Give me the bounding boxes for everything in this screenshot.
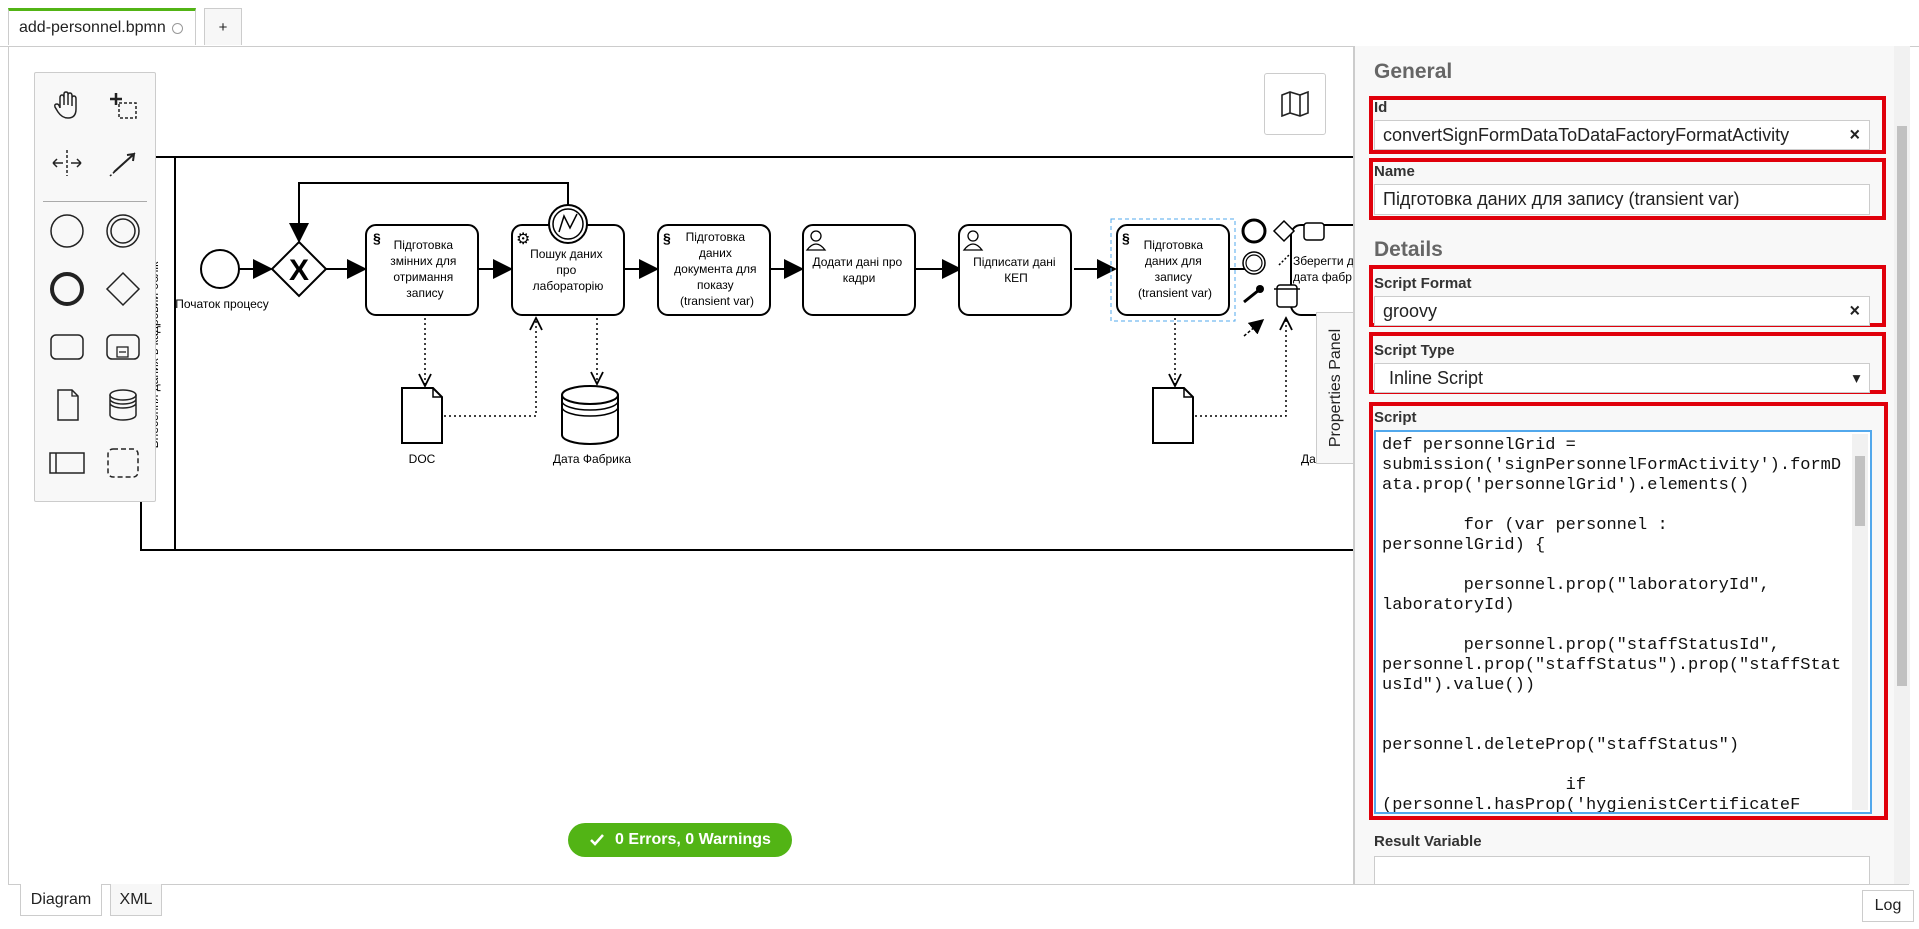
hand-tool-icon[interactable] bbox=[47, 85, 87, 125]
result-variable-input[interactable] bbox=[1374, 856, 1870, 884]
name-label: Name bbox=[1374, 163, 1415, 180]
start-event-tool-icon[interactable] bbox=[47, 211, 87, 251]
script-task-icon: § bbox=[663, 230, 671, 246]
append-task-icon[interactable] bbox=[1303, 222, 1325, 241]
data-object-label: DOC bbox=[409, 452, 436, 466]
task-sign-data[interactable]: Підписати дані КЕП bbox=[958, 224, 1072, 316]
task-add-personnel-data[interactable]: Додати дані про кадри bbox=[802, 224, 916, 316]
script-scrollbar[interactable] bbox=[1852, 434, 1868, 810]
properties-panel-toggle[interactable]: Properties Panel bbox=[1316, 312, 1355, 464]
start-event-label: Початок процесу bbox=[175, 297, 269, 311]
data-store-label: Да bbox=[1301, 452, 1316, 466]
data-store-label: Дата Фабрика bbox=[553, 452, 631, 466]
task-prepare-variables[interactable]: § Підготовка змінних для отримання запис… bbox=[365, 224, 479, 316]
script-format-value: groovy bbox=[1383, 300, 1438, 321]
file-tab-label: add-personnel.bpmn bbox=[19, 19, 166, 36]
script-format-label: Script Format bbox=[1374, 275, 1472, 292]
script-label: Script bbox=[1374, 409, 1417, 426]
script-format-input[interactable]: groovy × bbox=[1374, 296, 1870, 326]
start-event[interactable] bbox=[200, 249, 240, 289]
id-label: Id bbox=[1374, 99, 1388, 116]
clear-id-icon[interactable]: × bbox=[1849, 125, 1860, 146]
script-type-select[interactable]: Inline Script ▾ bbox=[1374, 363, 1870, 393]
connect-icon[interactable] bbox=[1243, 319, 1265, 337]
data-object-tool-icon[interactable] bbox=[47, 385, 87, 425]
subprocess-tool-icon[interactable] bbox=[103, 327, 143, 367]
minimap-toggle-button[interactable] bbox=[1264, 73, 1326, 135]
task-search-laboratory[interactable]: ⚙ Пошук даних про лабораторію bbox=[511, 204, 625, 316]
unsaved-indicator-icon bbox=[171, 22, 183, 34]
script-task-icon: § bbox=[373, 230, 381, 246]
end-event-tool-icon[interactable] bbox=[47, 269, 87, 309]
data-object-transient[interactable] bbox=[1152, 387, 1194, 444]
tab-diagram[interactable]: Diagram bbox=[20, 884, 102, 916]
global-connect-tool-icon[interactable] bbox=[103, 143, 143, 183]
script-value: def personnelGrid = submission('signPers… bbox=[1382, 436, 1842, 814]
script-task-icon: § bbox=[1122, 230, 1130, 246]
change-type-wrench-icon[interactable] bbox=[1243, 288, 1260, 304]
data-object-doc[interactable]: DOC bbox=[401, 387, 443, 466]
name-value: Підготовка даних для запису (transient v… bbox=[1383, 189, 1740, 209]
task-label: Підготовка даних документа для показу (t… bbox=[674, 230, 760, 308]
data-store-data-factory[interactable]: Дата Фабрика bbox=[553, 385, 631, 466]
id-input[interactable]: convertSignFormDataToDataFactoryFormatAc… bbox=[1374, 120, 1870, 150]
file-tab-bar: add-personnel.bpmn + bbox=[0, 0, 1919, 47]
result-variable-label: Result Variable bbox=[1374, 833, 1482, 850]
tool-palette bbox=[34, 72, 156, 502]
lint-status-label: 0 Errors, 0 Warnings bbox=[615, 831, 771, 848]
task-tool-icon[interactable] bbox=[47, 327, 87, 367]
properties-panel-toggle-label: Properties Panel bbox=[1327, 328, 1345, 448]
details-section-title: Details bbox=[1374, 238, 1443, 261]
properties-panel: General Id convertSignFormDataToDataFact… bbox=[1353, 46, 1896, 884]
gateway-x-icon: X bbox=[289, 254, 309, 287]
script-textarea[interactable]: def personnelGrid = submission('signPers… bbox=[1374, 430, 1872, 814]
clear-script-format-icon[interactable]: × bbox=[1849, 301, 1860, 322]
task-prepare-data-for-write[interactable]: § Підготовка даних для запису (transient… bbox=[1116, 224, 1230, 316]
gateway-tool-icon[interactable] bbox=[103, 269, 143, 309]
properties-panel-scrollbar[interactable] bbox=[1894, 46, 1910, 884]
tab-xml[interactable]: XML bbox=[110, 884, 162, 916]
script-type-label: Script Type bbox=[1374, 342, 1455, 359]
task-prepare-document-display[interactable]: § Підготовка даних документа для показу … bbox=[657, 224, 771, 316]
append-end-event-icon[interactable] bbox=[1241, 218, 1267, 244]
add-tab-button[interactable]: + bbox=[204, 8, 242, 45]
file-tab-add-personnel[interactable]: add-personnel.bpmn bbox=[8, 8, 196, 45]
id-value: convertSignFormDataToDataFactoryFormatAc… bbox=[1383, 124, 1790, 145]
pool-tool-icon[interactable] bbox=[47, 443, 87, 483]
check-icon bbox=[590, 834, 604, 846]
service-task-gear-icon: ⚙ bbox=[516, 231, 530, 248]
intermediate-event-tool-icon[interactable] bbox=[103, 211, 143, 251]
pool[interactable] bbox=[140, 156, 1362, 551]
data-store-tool-icon[interactable] bbox=[103, 385, 143, 425]
log-toggle-button[interactable]: Log bbox=[1862, 890, 1914, 922]
lint-status-badge[interactable]: 0 Errors, 0 Warnings bbox=[568, 823, 792, 857]
chevron-down-icon: ▾ bbox=[1852, 369, 1860, 386]
name-textarea[interactable]: Підготовка даних для запису (transient v… bbox=[1374, 184, 1870, 215]
script-type-value: Inline Script bbox=[1389, 367, 1484, 388]
space-tool-icon[interactable] bbox=[47, 143, 87, 183]
lasso-tool-icon[interactable] bbox=[103, 85, 143, 125]
map-icon bbox=[1281, 91, 1309, 117]
append-text-annotation-icon[interactable] bbox=[1278, 252, 1292, 266]
group-tool-icon[interactable] bbox=[103, 443, 143, 483]
general-section-title: General bbox=[1374, 60, 1453, 83]
